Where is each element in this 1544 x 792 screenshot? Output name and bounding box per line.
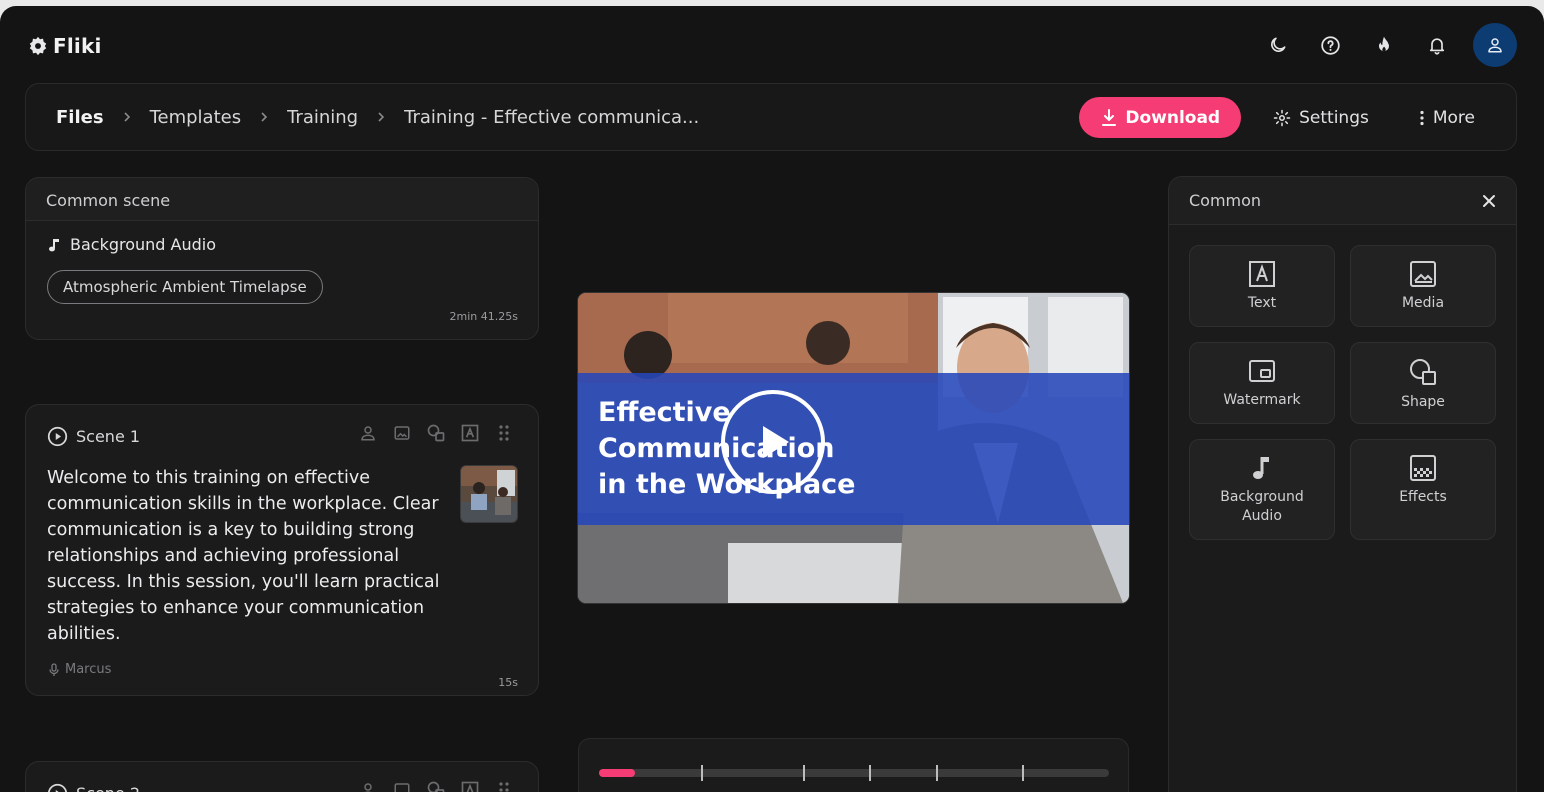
play-circle-icon[interactable] [47, 426, 68, 447]
element-tiles: Text Media Watermark Shape Background Au… [1189, 245, 1496, 540]
effects-icon [1410, 455, 1436, 481]
scene-1-title: Scene 1 [76, 427, 141, 446]
tile-text[interactable]: Text [1189, 245, 1335, 327]
music-note-icon [49, 238, 59, 251]
more-vertical-icon [1420, 110, 1424, 125]
drag-handle-icon[interactable] [494, 780, 514, 792]
timeline-scene-marker[interactable] [701, 765, 703, 781]
image-tool-icon[interactable] [392, 780, 412, 792]
help-icon[interactable] [1304, 23, 1357, 67]
background-audio-row: Background Audio [48, 235, 216, 254]
tile-media-label: Media [1401, 295, 1445, 311]
panel-header: Common [1169, 177, 1516, 225]
fliki-logo-icon [29, 36, 47, 56]
watermark-icon [1249, 360, 1275, 382]
text-icon [1249, 261, 1275, 287]
download-icon [1102, 108, 1117, 126]
timeline-scene-marker[interactable] [803, 765, 805, 781]
shape-tool-icon[interactable] [426, 780, 446, 792]
common-scene-duration: 2min 41.25s [449, 310, 518, 323]
avatar-tool-icon[interactable] [358, 423, 378, 443]
play-circle-icon[interactable] [47, 783, 68, 792]
breadcrumb-templates[interactable]: Templates [150, 107, 242, 128]
tile-effects[interactable]: Effects [1350, 439, 1496, 540]
breadcrumb-bar: Files Templates Training Training - Effe… [25, 83, 1517, 151]
voice-selector[interactable]: Marcus [48, 662, 111, 677]
timeline-scene-marker[interactable] [869, 765, 872, 781]
scene-1-card[interactable]: Scene 1 Welcome to this training on effe… [25, 404, 539, 696]
common-scene-card[interactable]: Common scene Background Audio Atmospheri… [25, 177, 539, 340]
scene-2-title: Scene 2 [76, 784, 140, 792]
app-logo[interactable]: Fliki [27, 34, 102, 58]
tile-watermark[interactable]: Watermark [1189, 342, 1335, 424]
gear-icon [1273, 109, 1291, 126]
text-tool-icon[interactable] [460, 780, 480, 792]
tile-media[interactable]: Media [1350, 245, 1496, 327]
settings-button[interactable]: Settings [1273, 108, 1369, 128]
settings-label: Settings [1299, 107, 1369, 128]
timeline-panel [578, 738, 1129, 792]
breadcrumb-files[interactable]: Files [56, 107, 104, 128]
breadcrumb: Files Templates Training Training - Effe… [56, 107, 699, 128]
scene-1-duration: 15s [498, 676, 518, 689]
scene-1-script[interactable]: Welcome to this training on effective co… [47, 465, 442, 647]
top-icon-bar [1251, 23, 1517, 67]
scene-2-tools [358, 780, 514, 792]
panel-title: Common [1189, 191, 1262, 210]
background-audio-label: Background Audio [70, 235, 217, 254]
user-avatar-icon[interactable] [1473, 23, 1517, 67]
image-tool-icon[interactable] [392, 423, 412, 443]
shape-tool-icon[interactable] [426, 423, 446, 443]
download-button[interactable]: Download [1079, 97, 1242, 138]
tile-effects-label: Effects [1399, 489, 1447, 505]
play-button[interactable] [721, 390, 825, 494]
timeline-scene-marker[interactable] [1022, 765, 1025, 781]
drag-handle-icon[interactable] [494, 423, 514, 443]
timeline-track[interactable] [599, 765, 1109, 781]
chevron-right-icon [376, 111, 386, 123]
shape-icon [1410, 359, 1436, 385]
common-scene-title: Common scene [26, 178, 538, 221]
download-label: Download [1125, 107, 1221, 128]
play-icon [763, 426, 789, 458]
tile-background-audio[interactable]: Background Audio [1189, 439, 1335, 540]
app-name: Fliki [53, 34, 102, 58]
voice-name: Marcus [65, 662, 112, 677]
text-tool-icon[interactable] [460, 423, 480, 443]
tile-background-audio-label: Background Audio [1220, 489, 1304, 524]
video-preview[interactable]: Effective Communication in the Workplace [578, 293, 1129, 603]
avatar-tool-icon[interactable] [358, 780, 378, 792]
breadcrumb-training[interactable]: Training [287, 107, 358, 128]
common-elements-panel: Common Text Media Watermark Shape Backgr… [1168, 176, 1517, 792]
chevron-right-icon [259, 111, 269, 123]
more-button[interactable]: More [1419, 108, 1475, 128]
toolbar-actions: Download Settings More [1079, 97, 1490, 138]
fire-icon[interactable] [1357, 23, 1410, 67]
more-label: More [1432, 107, 1475, 128]
tile-shape-label: Shape [1401, 394, 1445, 410]
close-icon[interactable] [1482, 194, 1496, 208]
app-window: Fliki Files Templates Training Training … [0, 6, 1544, 792]
scene-1-header: Scene 1 [47, 426, 140, 447]
timeline-progress [599, 769, 635, 777]
microphone-icon [49, 662, 59, 676]
bell-icon[interactable] [1410, 23, 1463, 67]
chevron-right-icon [122, 111, 132, 123]
timeline-scene-marker[interactable] [935, 765, 938, 781]
scene-2-card[interactable]: Scene 2 [25, 761, 539, 792]
tile-text-label: Text [1247, 295, 1277, 311]
audio-track-chip[interactable]: Atmospheric Ambient Timelapse [47, 270, 323, 304]
breadcrumb-current-file[interactable]: Training - Effective communica... [404, 107, 699, 128]
moon-icon[interactable] [1251, 23, 1304, 67]
image-icon [1410, 261, 1436, 287]
scene-1-tools [358, 423, 514, 443]
music-note-icon [1253, 457, 1269, 479]
scene-1-thumbnail[interactable] [460, 465, 518, 523]
tile-watermark-label: Watermark [1223, 392, 1301, 408]
scene-2-header: Scene 2 [47, 783, 140, 792]
tile-shape[interactable]: Shape [1350, 342, 1496, 424]
